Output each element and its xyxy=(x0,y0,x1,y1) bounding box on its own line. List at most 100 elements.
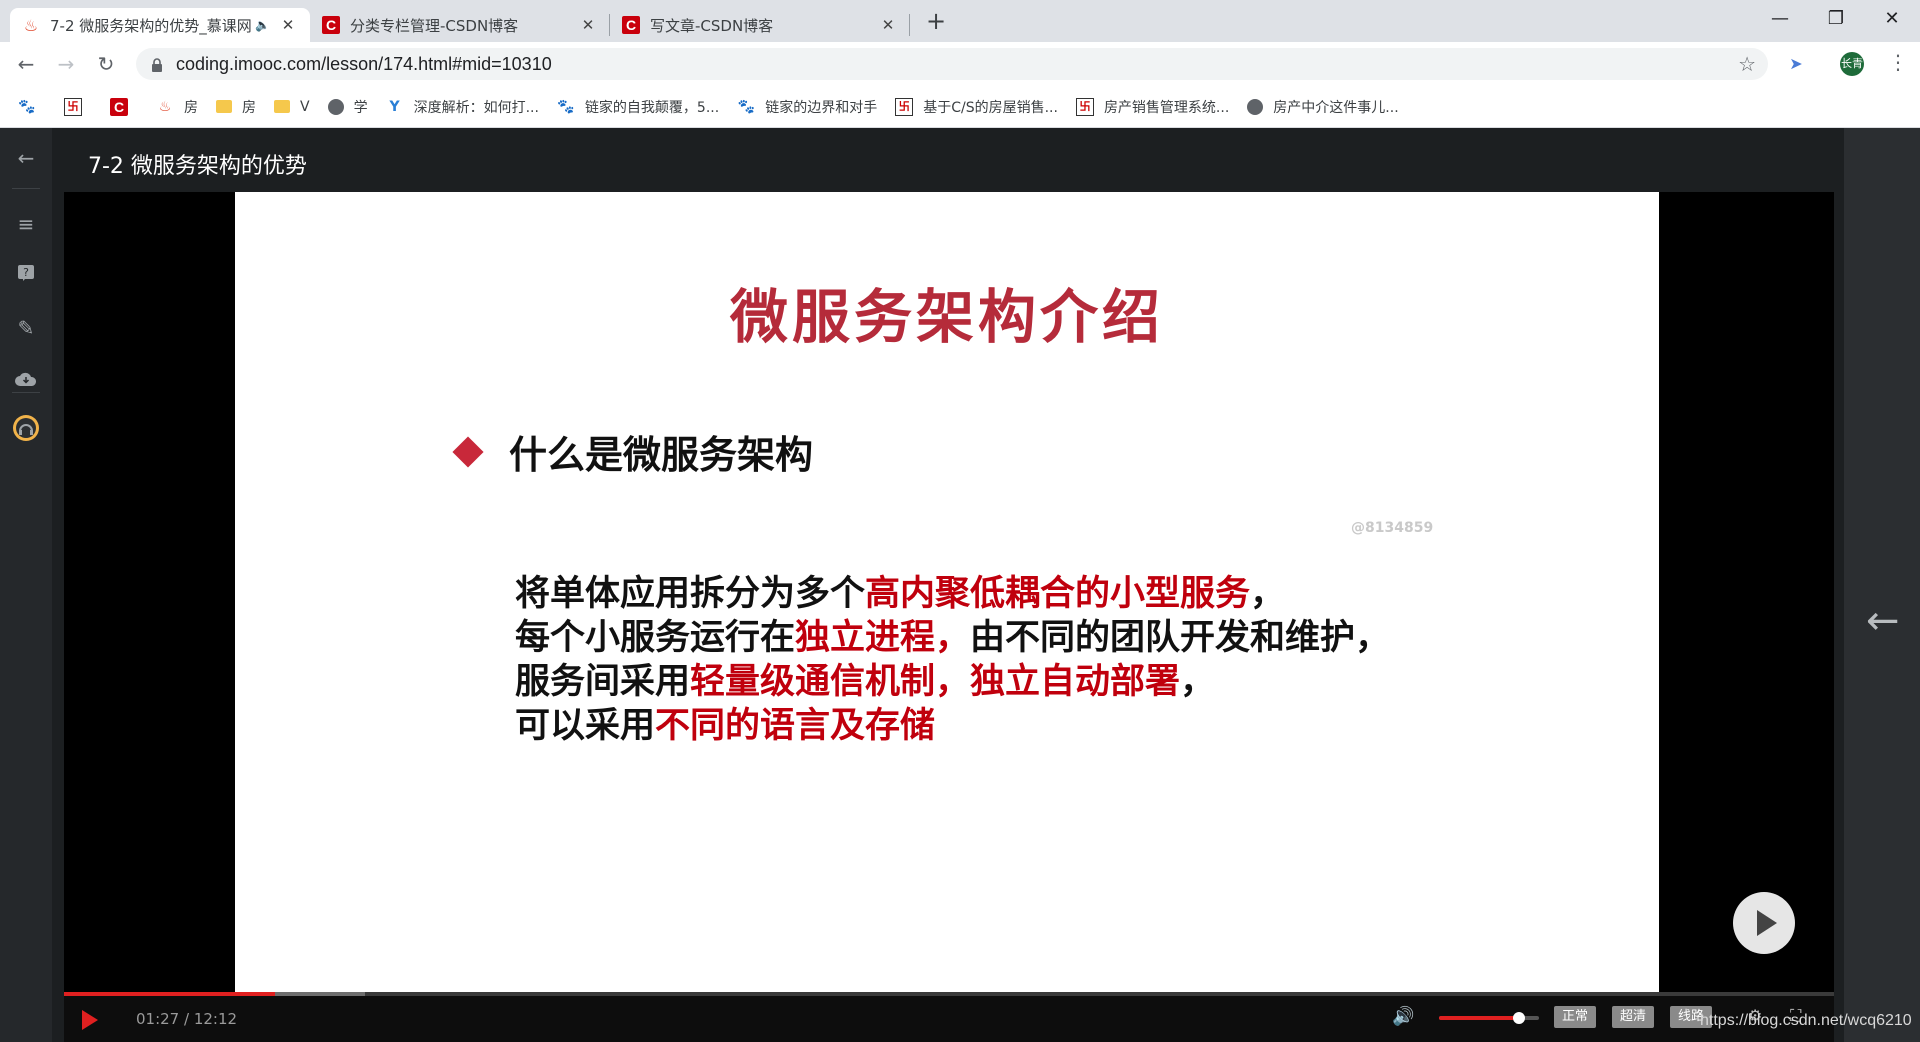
address-bar[interactable]: coding.imooc.com/lesson/174.html#mid=103… xyxy=(136,48,1768,80)
volume-slider[interactable] xyxy=(1439,1012,1539,1024)
new-tab-button[interactable]: + xyxy=(922,8,950,36)
slide-line: 每个小服务运行在独立进程，由不同的团队开发和维护， xyxy=(515,616,1390,660)
minimize-button[interactable]: — xyxy=(1752,0,1808,40)
bookmark-label: V xyxy=(300,98,310,115)
reload-icon[interactable]: ↻ xyxy=(92,50,120,78)
bookmark-item[interactable]: 卐基于C/S的房屋销售... xyxy=(895,97,1058,117)
question-icon[interactable]: ? xyxy=(12,262,40,290)
highlighted-text: 不同的语言及存储 xyxy=(655,706,936,746)
close-tab-icon[interactable]: ✕ xyxy=(278,15,298,35)
tab-title: 分类专栏管理-CSDN博客 xyxy=(350,16,519,35)
imooc-fire-icon: ♨ xyxy=(23,15,39,35)
svg-text:?: ? xyxy=(23,266,29,279)
bookmark-item[interactable]: 卐房产销售管理系统... xyxy=(1075,97,1229,117)
bookmark-star-icon[interactable]: ☆ xyxy=(1738,52,1756,76)
tab-strip: ♨ 7-2 微服务架构的优势_慕课网 🔈 ✕ C 分类专栏管理-CSDN博客 ✕… xyxy=(0,0,1920,42)
chess-icon: 卐 xyxy=(895,97,914,116)
tab-title: 7-2 微服务架构的优势_慕课网 xyxy=(50,16,252,35)
progress-played xyxy=(64,992,275,996)
csdn-icon: C xyxy=(110,97,128,116)
bookmark-label: 深度解析：如何打... xyxy=(413,99,539,116)
imooc-player-page: ← ≡ ? ✎ 7-2 微服务架构的优势 微服务架构介绍 什么是微服务架构 @8… xyxy=(0,128,1920,1042)
play-icon[interactable] xyxy=(82,1010,98,1030)
paw-icon: 🐾 xyxy=(18,98,36,115)
quality-normal-button[interactable]: 正常 xyxy=(1554,1006,1597,1028)
bookmark-item[interactable]: 🐾 链家的边界和对手 xyxy=(737,97,877,117)
bookmark-item[interactable]: 学 xyxy=(327,97,368,117)
tab-csdn-write[interactable]: C 写文章-CSDN博客 ✕ xyxy=(610,8,910,42)
chapter-list-icon[interactable]: ≡ xyxy=(12,210,40,238)
video-watermark: @8134859 xyxy=(1351,520,1434,536)
bookmark-item[interactable]: 房产中介这件事儿... xyxy=(1247,97,1399,117)
sidebar-divider xyxy=(12,188,40,189)
slide-line: 服务间采用轻量级通信机制，独立自动部署， xyxy=(515,660,1390,704)
csdn-icon: C xyxy=(322,16,340,34)
bookmark-label: 基于C/S的房屋销售... xyxy=(923,99,1058,116)
url-text[interactable]: coding.imooc.com/lesson/174.html#mid=103… xyxy=(176,54,552,75)
close-window-button[interactable]: ✕ xyxy=(1864,0,1920,40)
slide-bullet: 什么是微服务架构 xyxy=(452,424,814,479)
back-arrow-icon[interactable]: ← xyxy=(12,144,40,172)
progress-bar[interactable] xyxy=(64,992,1834,996)
right-panel: ← xyxy=(1844,128,1920,1042)
control-bar: 01:27 / 12:12 🔊 正常 超清 线路 ⚙ ⛶ xyxy=(64,992,1834,1042)
paw-icon: 🐾 xyxy=(557,98,575,115)
menu-icon[interactable]: ⋮ xyxy=(1888,50,1908,74)
folder-icon xyxy=(274,100,290,113)
plain-text: ， xyxy=(1180,662,1216,702)
chess-icon: 卐 xyxy=(64,97,82,116)
browser-toolbar: ← → ↻ coding.imooc.com/lesson/174.html#m… xyxy=(0,42,1920,86)
tab-imooc-lesson[interactable]: ♨ 7-2 微服务架构的优势_慕课网 🔈 ✕ xyxy=(10,8,310,42)
time-display: 01:27 / 12:12 xyxy=(136,1010,238,1028)
restore-button[interactable]: ❐ xyxy=(1808,0,1864,40)
highlighted-text: 轻量级通信机制，独立自动部署 xyxy=(690,662,1181,702)
bookmark-label: 房产中介这件事儿... xyxy=(1273,99,1399,116)
bookmark-item[interactable]: ♨ 房 xyxy=(156,97,198,117)
slide-line: 可以采用不同的语言及存储 xyxy=(515,704,1390,748)
extension-icon[interactable]: ➤ xyxy=(1784,52,1808,76)
volume-level xyxy=(1439,1016,1519,1020)
bookmark-label: 房 xyxy=(242,99,256,116)
tab-csdn-category[interactable]: C 分类专栏管理-CSDN博客 ✕ xyxy=(310,8,610,42)
close-tab-icon[interactable]: ✕ xyxy=(878,15,898,35)
bookmark-item[interactable]: 🐾 xyxy=(18,98,46,116)
bookmark-item[interactable]: 房 xyxy=(216,97,256,117)
globe-icon xyxy=(1247,98,1264,115)
plain-text: 每个小服务运行在 xyxy=(515,618,796,658)
chess-icon: 卐 xyxy=(1075,97,1094,116)
globe-icon xyxy=(327,98,344,115)
bullet-heading: 什么是微服务架构 xyxy=(509,433,814,477)
quality-hd-button[interactable]: 超清 xyxy=(1612,1006,1655,1028)
audio-playing-icon[interactable]: 🔈 xyxy=(255,18,270,32)
note-pencil-icon[interactable]: ✎ xyxy=(12,314,40,342)
left-sidebar: ← ≡ ? ✎ xyxy=(0,128,52,1042)
bookmark-item[interactable]: V xyxy=(274,99,310,115)
slide-line: 将单体应用拆分为多个高内聚低耦合的小型服务， xyxy=(515,572,1390,616)
plain-text: ， xyxy=(1250,574,1286,614)
bookmark-item[interactable]: C xyxy=(110,97,138,116)
bookmark-item[interactable]: 卐 xyxy=(64,97,92,116)
expand-panel-arrow-icon[interactable]: ← xyxy=(1866,598,1900,644)
bookmark-label: 学 xyxy=(353,99,368,116)
bookmark-item[interactable]: Y 深度解析：如何打... xyxy=(386,97,539,117)
profile-avatar[interactable]: 长青 xyxy=(1840,52,1864,76)
plain-text: 服务间采用 xyxy=(515,662,691,702)
slide-paragraph: 将单体应用拆分为多个高内聚低耦合的小型服务， 每个小服务运行在独立进程，由不同的团… xyxy=(515,572,1390,748)
sidebar-divider xyxy=(12,392,40,393)
diamond-bullet-icon xyxy=(452,435,484,468)
bookmark-label: 链家的边界和对手 xyxy=(765,99,878,116)
close-tab-icon[interactable]: ✕ xyxy=(578,15,598,35)
volume-knob[interactable] xyxy=(1513,1012,1525,1024)
bookmark-item[interactable]: 🐾 链家的自我颠覆，5... xyxy=(557,97,719,117)
lesson-title: 7-2 微服务架构的优势 xyxy=(88,154,307,179)
big-play-button[interactable] xyxy=(1733,892,1795,954)
back-icon[interactable]: ← xyxy=(12,50,40,78)
video-player[interactable]: 微服务架构介绍 什么是微服务架构 @8134859 将单体应用拆分为多个高内聚低… xyxy=(64,192,1834,1042)
highlighted-text: 独立进程， xyxy=(795,618,971,658)
forward-icon[interactable]: → xyxy=(52,50,80,78)
plain-text: 由不同的团队开发和维护， xyxy=(970,618,1391,658)
headset-icon[interactable] xyxy=(12,414,40,442)
cloud-download-icon[interactable] xyxy=(12,366,40,394)
volume-icon[interactable]: 🔊 xyxy=(1392,1006,1414,1027)
lock-icon[interactable] xyxy=(150,57,164,72)
